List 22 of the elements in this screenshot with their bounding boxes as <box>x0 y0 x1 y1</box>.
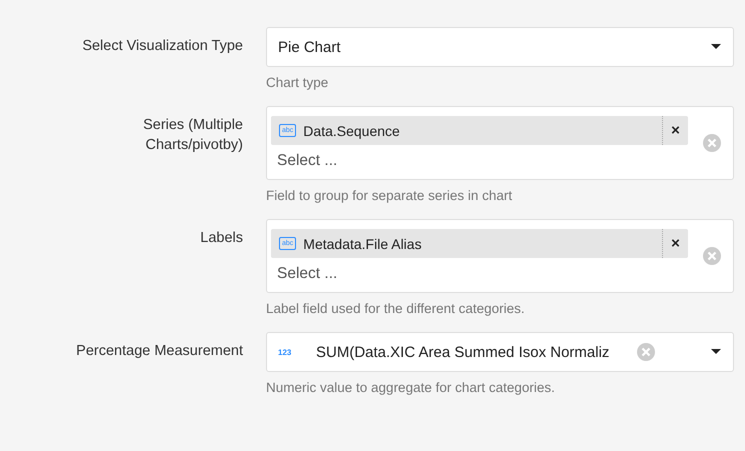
tag-label: Data.Sequence <box>303 122 401 138</box>
caret-icon <box>710 349 721 355</box>
clear-icon[interactable] <box>703 134 721 152</box>
caret-icon <box>711 44 721 50</box>
clear-icon[interactable] <box>637 343 656 361</box>
input-field[interactable]: Select ... <box>271 152 477 170</box>
remove-button[interactable]: × <box>662 116 688 145</box>
dropdown[interactable]: Pie Chart <box>266 27 734 67</box>
field-label: Series (Multiple Charts/pivotby) <box>142 116 243 155</box>
field-label: Labels <box>199 229 243 248</box>
help-text: Numeric value to aggregate for chart categories. <box>266 380 556 395</box>
field-label: Select Visualization Type <box>81 37 243 56</box>
tag-label: Metadata.File Alias <box>303 236 423 252</box>
number-type-icon: 123 <box>278 348 300 356</box>
remove-button[interactable]: × <box>662 229 688 258</box>
clear-icon[interactable] <box>703 247 721 265</box>
help-text: Chart type <box>266 75 330 90</box>
help-text: Field to group for separate series in chart <box>266 188 514 203</box>
input-field[interactable]: Select ... <box>271 265 477 283</box>
help-text: Label field used for the different categories. <box>266 301 526 316</box>
field-label: Percentage Measurement <box>75 342 243 361</box>
dropdown[interactable]: 123 SUM(Data.XIC Area Summed Isox Normaliz <box>266 332 734 372</box>
